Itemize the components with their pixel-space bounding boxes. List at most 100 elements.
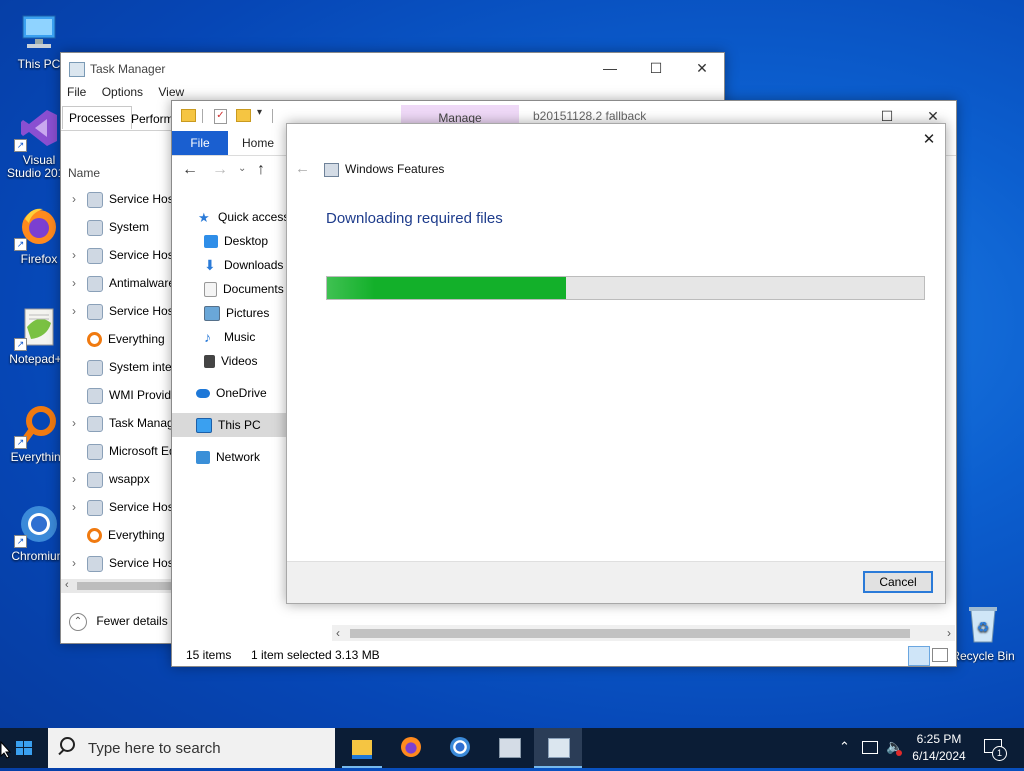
- taskbar-windows-features[interactable]: [485, 728, 533, 768]
- column-header-name[interactable]: Name: [68, 166, 100, 180]
- process-row[interactable]: WMI Provider: [61, 381, 182, 409]
- taskbar-firefox[interactable]: [387, 728, 435, 768]
- shortcut-arrow-icon: ↗: [14, 535, 27, 548]
- process-row[interactable]: › Antimalware: [61, 269, 175, 297]
- nav-documents[interactable]: Documents: [172, 277, 284, 301]
- large-icons-view-icon[interactable]: [932, 648, 948, 662]
- firefox-icon: ↗: [14, 205, 61, 251]
- close-button[interactable]: ✕: [679, 53, 724, 83]
- task-manager-icon: [87, 415, 103, 432]
- menu-options[interactable]: Options: [102, 85, 143, 99]
- visual-studio-icon: ↗: [14, 106, 61, 152]
- shortcut-arrow-icon: ↗: [14, 139, 27, 152]
- horizontal-scrollbar[interactable]: ‹: [61, 579, 176, 593]
- notepadpp-icon: ↗: [14, 305, 61, 351]
- scroll-right-icon[interactable]: ›: [947, 626, 951, 640]
- gear-icon: [87, 303, 103, 320]
- process-row[interactable]: Everything: [61, 325, 165, 353]
- nav-downloads[interactable]: ⬇ Downloads: [172, 253, 283, 277]
- system-icon: [87, 359, 103, 376]
- search-placeholder: Type here to search: [88, 740, 221, 757]
- process-row[interactable]: › Service Host: [61, 241, 177, 269]
- taskbar-search-box[interactable]: Type here to search: [48, 728, 335, 768]
- download-progress-bar: [326, 276, 925, 300]
- music-note-icon: ♪: [204, 329, 211, 346]
- window-title: Task Manager: [90, 62, 166, 76]
- process-row[interactable]: › Task Manager: [61, 409, 184, 437]
- process-row[interactable]: › Service Host: [61, 185, 177, 213]
- process-row[interactable]: › wsappx: [61, 465, 150, 493]
- shortcut-arrow-icon: ↗: [14, 436, 27, 449]
- nav-pictures[interactable]: Pictures: [172, 301, 269, 325]
- process-row[interactable]: › Service Host: [61, 549, 177, 577]
- up-arrow-icon[interactable]: ↑: [257, 161, 265, 179]
- chevron-up-icon: ⌃: [69, 612, 87, 631]
- chromium-icon: [450, 737, 470, 757]
- maximize-button[interactable]: ☐: [633, 53, 679, 83]
- mouse-cursor-icon: [0, 740, 12, 762]
- search-icon-handle: [58, 748, 65, 756]
- shortcut-arrow-icon: ↗: [14, 338, 27, 351]
- tab-processes[interactable]: Processes: [62, 106, 133, 129]
- folder-icon: [181, 109, 196, 122]
- scroll-left-icon[interactable]: ‹: [65, 579, 69, 591]
- network-status-icon[interactable]: [862, 741, 878, 754]
- scroll-thumb[interactable]: [350, 629, 910, 638]
- cancel-button[interactable]: Cancel: [863, 571, 933, 593]
- gear-icon: [87, 499, 103, 516]
- nav-network[interactable]: Network: [172, 445, 260, 469]
- process-row[interactable]: Microsoft Edge: [61, 437, 189, 465]
- taskbar-chromium[interactable]: [436, 728, 484, 768]
- shortcut-arrow-icon: ↗: [14, 238, 27, 251]
- show-hidden-icons-chevron-icon[interactable]: ⌃: [839, 739, 850, 755]
- svg-text:♻: ♻: [977, 620, 990, 636]
- action-center-button[interactable]: 1: [980, 736, 1007, 761]
- recent-dropdown-icon[interactable]: ⌄: [238, 163, 246, 174]
- gear-icon: [87, 555, 103, 572]
- nav-music[interactable]: ♪ Music: [172, 325, 255, 349]
- scroll-thumb[interactable]: [77, 582, 172, 590]
- fewer-details-button[interactable]: ⌃ Fewer details: [69, 611, 168, 631]
- clock[interactable]: 6:25 PM 6/14/2024: [908, 731, 970, 765]
- process-row[interactable]: › Service Host: [61, 297, 177, 325]
- task-manager-titlebar[interactable]: Task Manager — ☐ ✕: [61, 53, 724, 83]
- windows-features-dialog[interactable]: ✕ ← Windows Features Downloading require…: [286, 123, 946, 604]
- process-row[interactable]: Everything: [61, 521, 165, 549]
- details-view-icon[interactable]: [908, 646, 930, 666]
- forward-arrow-icon[interactable]: →: [212, 161, 228, 179]
- status-heading: Downloading required files: [326, 210, 503, 227]
- process-row[interactable]: System: [61, 213, 149, 241]
- document-icon: [204, 282, 217, 298]
- quick-access-toolbar-dropdown-icon[interactable]: ▾: [257, 107, 262, 118]
- menu-view[interactable]: View: [158, 85, 184, 99]
- scroll-left-icon[interactable]: ‹: [336, 626, 340, 640]
- back-arrow-icon[interactable]: ←: [182, 161, 198, 179]
- nav-this-pc[interactable]: This PC: [172, 413, 287, 437]
- back-arrow-icon[interactable]: ←: [295, 160, 310, 177]
- process-row[interactable]: › Service Host: [61, 493, 177, 521]
- process-list: › Service Host System › Service Host › Anti…: [61, 185, 202, 577]
- nav-onedrive[interactable]: OneDrive: [172, 381, 267, 405]
- ribbon-tab-home[interactable]: Home: [230, 131, 286, 155]
- everything-search-icon: ↗: [14, 403, 61, 449]
- explorer-horizontal-scrollbar[interactable]: ‹ ›: [332, 625, 955, 641]
- taskbar-file-explorer[interactable]: [338, 728, 386, 768]
- nav-quick-access[interactable]: ★ Quick access: [172, 205, 289, 229]
- gear-icon: [87, 191, 103, 208]
- dialog-title: Windows Features: [345, 162, 445, 176]
- system-icon: [87, 219, 103, 236]
- nav-videos[interactable]: Videos: [172, 349, 257, 373]
- recycle-bin-icon: ♻: [963, 602, 1003, 646]
- minimize-button[interactable]: —: [587, 53, 633, 83]
- taskbar-task-manager[interactable]: [534, 728, 582, 768]
- ribbon-tab-file[interactable]: File: [172, 131, 228, 155]
- menu-file[interactable]: File: [67, 85, 86, 99]
- status-item-count: 15 items: [186, 648, 232, 662]
- properties-icon: ✓: [214, 109, 227, 124]
- cloud-icon: [196, 389, 210, 399]
- nav-desktop[interactable]: Desktop: [172, 229, 268, 253]
- menu-bar: File Options View: [67, 85, 184, 103]
- navigation-pane: ★ Quick access Desktop ⬇ Downloads Documen…: [172, 205, 289, 475]
- close-button[interactable]: ✕: [915, 128, 943, 152]
- gear-icon: [87, 443, 103, 460]
